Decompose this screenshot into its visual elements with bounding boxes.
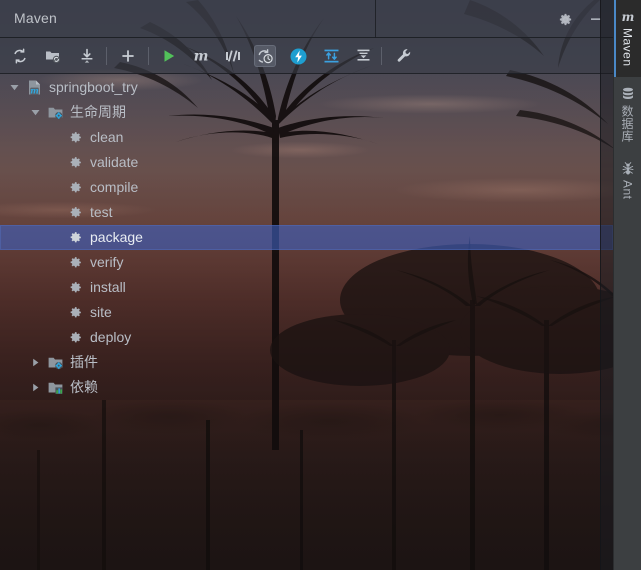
no-arrow-spacer: [45, 325, 65, 350]
tree-node-dependencies[interactable]: 依赖: [0, 375, 613, 400]
no-arrow-spacer: [45, 200, 65, 225]
goal-gear-icon: [65, 225, 85, 250]
chevron-down-icon[interactable]: [4, 75, 24, 100]
toolbar-separator-2: [148, 47, 149, 65]
no-arrow-spacer: [45, 175, 65, 200]
toolbar-separator-1: [106, 47, 107, 65]
goal-gear-icon: [65, 200, 85, 225]
maven-m-icon[interactable]: m: [190, 45, 212, 67]
goal-gear-icon: [65, 300, 85, 325]
skip-tests-icon[interactable]: [222, 45, 244, 67]
tree-node-label: site: [90, 304, 112, 320]
lightning-blue-icon[interactable]: [287, 45, 309, 67]
tree-node-label: install: [90, 279, 126, 295]
run-green-triangle-icon[interactable]: [158, 45, 180, 67]
maven-project-icon: m: [24, 75, 44, 100]
download-icon[interactable]: [76, 45, 98, 67]
svg-text:m: m: [30, 85, 38, 95]
tree-node-lifecycle[interactable]: 生命周期: [0, 100, 613, 125]
vertical-scrollbar[interactable]: [600, 0, 613, 570]
refresh-icon[interactable]: [9, 45, 31, 67]
right-tool-window-bar: m Maven 数据库 Ant: [613, 0, 641, 570]
tool-tab-label: Maven: [620, 28, 635, 67]
folder-refresh-icon[interactable]: [42, 45, 64, 67]
goal-gear-icon: [65, 150, 85, 175]
tree-node-test[interactable]: test: [0, 200, 613, 225]
dependencies-folder-icon: [45, 375, 65, 400]
tree-node-label: validate: [90, 154, 139, 170]
expand-all-icon[interactable]: [320, 45, 342, 67]
tree-node-install[interactable]: install: [0, 275, 613, 300]
tree-node-springboot-try[interactable]: m springboot_try: [0, 75, 613, 100]
plugins-folder-icon: [45, 350, 65, 375]
goal-gear-icon: [65, 325, 85, 350]
toolbar-separator-3: [381, 47, 382, 65]
tool-tab-ant[interactable]: Ant: [614, 152, 641, 210]
wrench-icon[interactable]: [393, 45, 415, 67]
goal-gear-icon: [65, 175, 85, 200]
no-arrow-spacer: [45, 250, 65, 275]
svg-text:m: m: [194, 49, 209, 65]
tool-tab-label: 数据库: [620, 104, 634, 143]
ant-bug-icon: [620, 160, 636, 178]
tree-node-validate[interactable]: validate: [0, 150, 613, 175]
goal-gear-icon: [65, 250, 85, 275]
tree-node-label: package: [90, 229, 143, 245]
tree-node-package[interactable]: package: [0, 225, 613, 250]
no-arrow-spacer: [45, 225, 65, 250]
tree-node-label: compile: [90, 179, 139, 195]
tool-tab-database[interactable]: 数据库: [614, 77, 641, 153]
tree-node-label: 生命周期: [70, 104, 126, 120]
tool-window-titlebar: Maven: [0, 0, 613, 38]
collapse-all-icon[interactable]: [352, 45, 374, 67]
tree-node-label: clean: [90, 129, 124, 145]
maven-projects-tree[interactable]: m springboot_try 生命周期 clean validate com…: [0, 75, 613, 570]
tree-node-label: test: [90, 204, 113, 220]
tree-node-label: deploy: [90, 329, 132, 345]
tool-tab-maven[interactable]: m Maven: [614, 0, 641, 77]
plus-icon[interactable]: [117, 45, 139, 67]
maven-m-icon: m: [620, 8, 636, 26]
tree-node-label: springboot_try: [49, 79, 138, 95]
tree-node-compile[interactable]: compile: [0, 175, 613, 200]
maven-toolbar: m: [0, 38, 613, 74]
svg-text:m: m: [621, 10, 634, 24]
tree-node-label: 依赖: [70, 379, 98, 395]
tool-tab-label: Ant: [620, 180, 635, 200]
chevron-right-icon[interactable]: [25, 350, 45, 375]
no-arrow-spacer: [45, 300, 65, 325]
tree-node-label: verify: [90, 254, 124, 270]
tree-node-verify[interactable]: verify: [0, 250, 613, 275]
database-icon: [620, 85, 636, 103]
goal-gear-icon: [65, 125, 85, 150]
page-title: Maven: [14, 10, 58, 26]
tree-node-deploy[interactable]: deploy: [0, 325, 613, 350]
tree-node-site[interactable]: site: [0, 300, 613, 325]
chevron-down-icon[interactable]: [25, 100, 45, 125]
no-arrow-spacer: [45, 125, 65, 150]
tree-node-plugins[interactable]: 插件: [0, 350, 613, 375]
offline-clock-icon[interactable]: [254, 45, 276, 67]
maven-tool-window: Maven m m springboot_try 生命周期 clean vali…: [0, 0, 641, 570]
goal-gear-icon: [65, 275, 85, 300]
no-arrow-spacer: [45, 275, 65, 300]
titlebar-divider: [375, 0, 376, 38]
gear-icon[interactable]: [554, 9, 576, 29]
lifecycle-folder-icon: [45, 100, 65, 125]
tree-node-label: 插件: [70, 354, 98, 370]
chevron-right-icon[interactable]: [25, 375, 45, 400]
no-arrow-spacer: [45, 150, 65, 175]
tree-node-clean[interactable]: clean: [0, 125, 613, 150]
